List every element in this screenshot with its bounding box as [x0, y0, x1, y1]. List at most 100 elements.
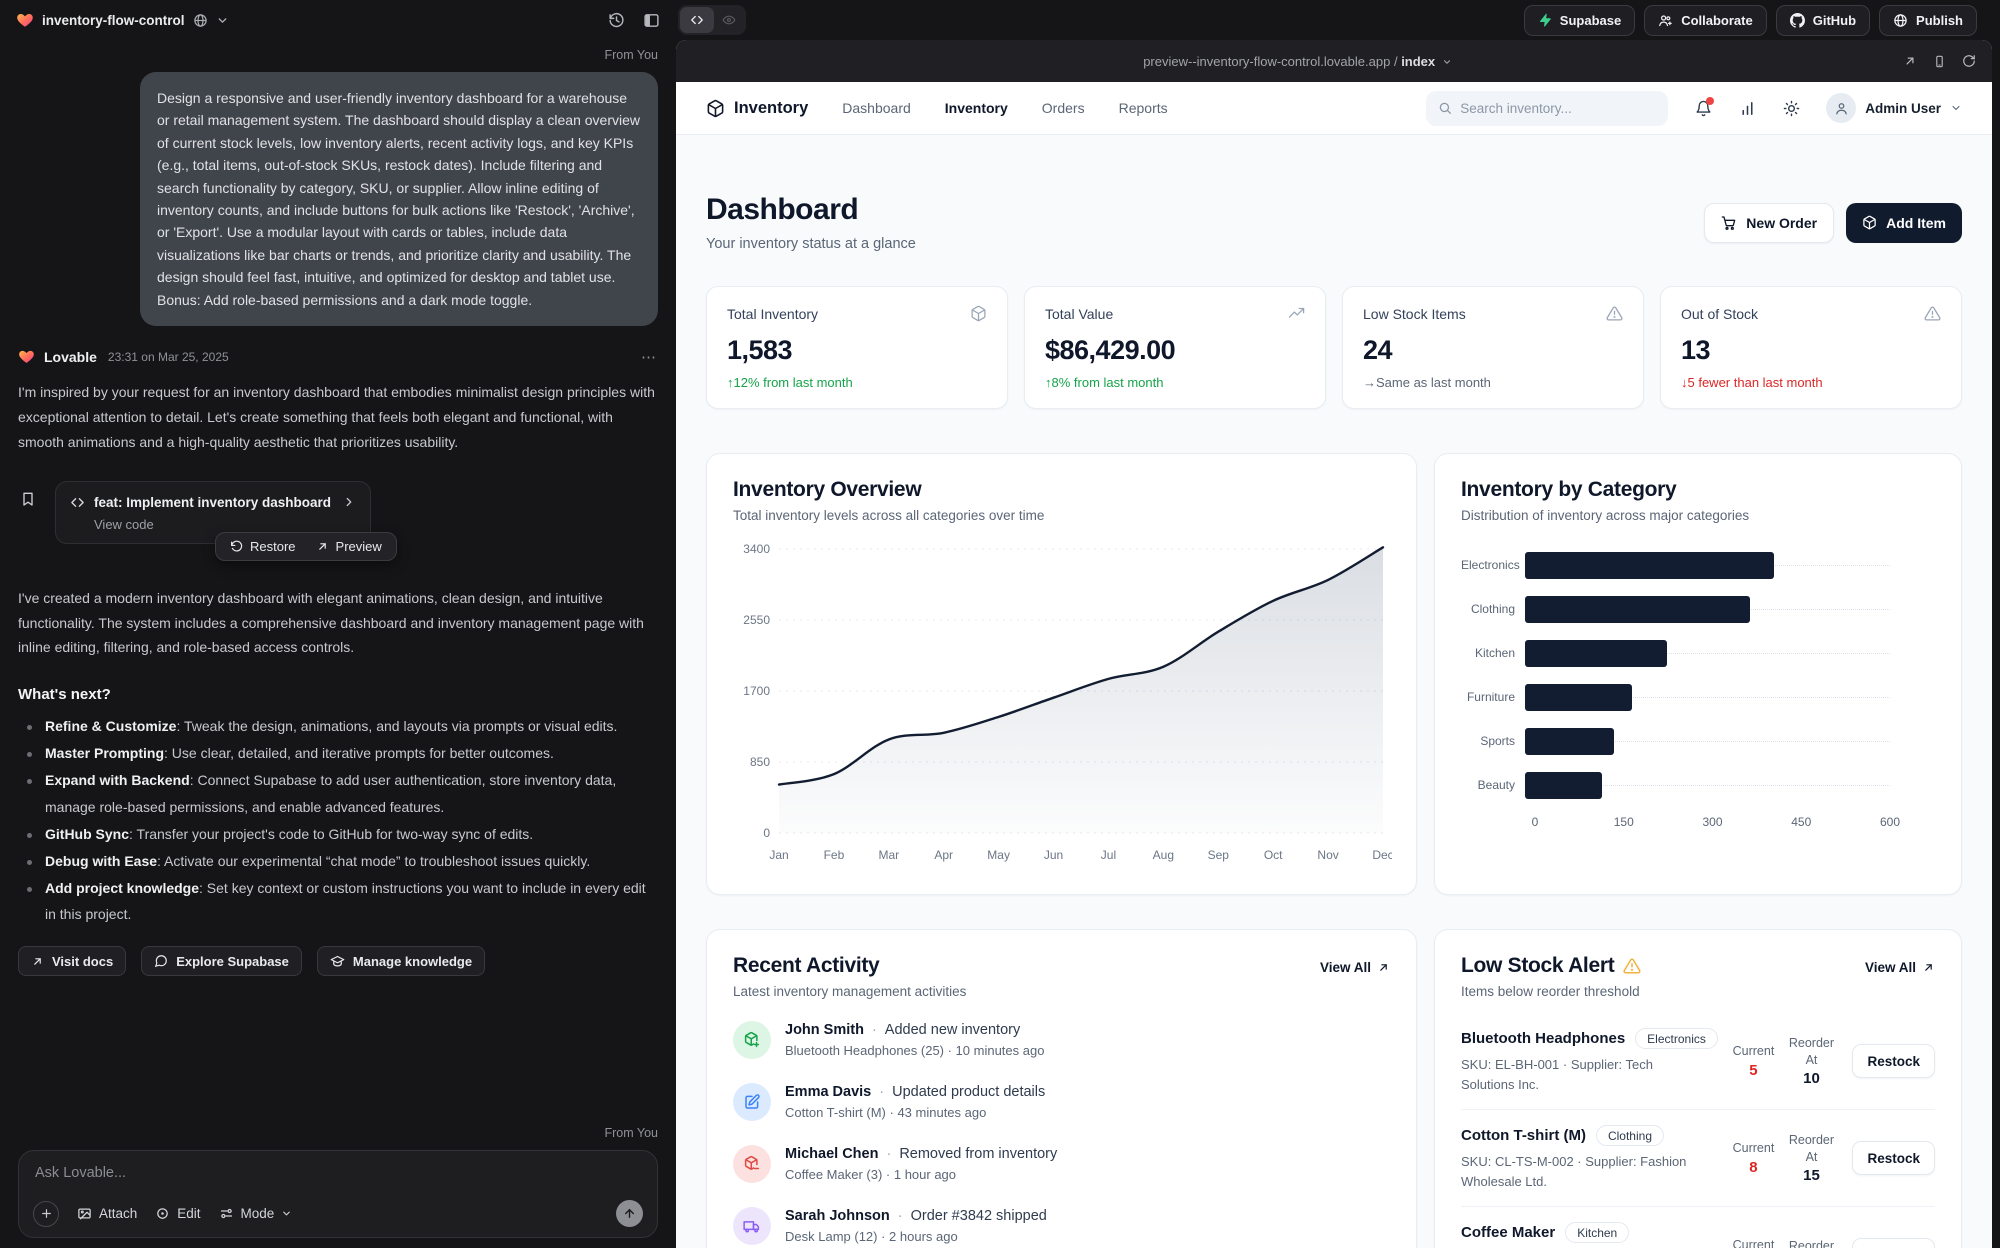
low-stock-row: Bluetooth HeadphonesElectronics SKU: EL-…: [1461, 1013, 1935, 1110]
assistant-message-header: Lovable 23:31 on Mar 25, 2025 ⋯: [18, 348, 658, 366]
arrow-up-right-icon: [1377, 961, 1390, 974]
mode-dropdown[interactable]: Mode: [219, 1206, 293, 1221]
restock-button[interactable]: Restock: [1852, 1044, 1935, 1078]
arrow-up-right-icon: [31, 955, 44, 968]
svg-text:Mar: Mar: [878, 848, 899, 862]
graduation-cap-icon: [330, 954, 345, 969]
restock-button[interactable]: Restock: [1852, 1238, 1935, 1248]
svg-text:Sep: Sep: [1208, 848, 1230, 862]
sidebar-panel-icon[interactable]: [643, 12, 660, 29]
chevron-down-icon: [1950, 102, 1962, 114]
search-box[interactable]: [1426, 91, 1668, 126]
history-icon[interactable]: [608, 12, 625, 29]
bar-row: Beauty: [1461, 763, 1935, 807]
github-button[interactable]: GitHub: [1776, 5, 1870, 36]
app-navbar: Inventory Dashboard Inventory Orders Rep…: [676, 82, 1992, 135]
explore-supabase-button[interactable]: Explore Supabase: [141, 946, 302, 976]
bookmark-icon[interactable]: [20, 491, 36, 512]
bar-row: Kitchen: [1461, 631, 1935, 675]
preview-window: preview--inventory-flow-control.lovable.…: [676, 40, 1992, 1248]
commit-title: feat: Implement inventory dashboard: [94, 495, 331, 510]
nav-link-dashboard[interactable]: Dashboard: [842, 100, 911, 116]
open-external-icon[interactable]: [1903, 54, 1917, 68]
sun-icon[interactable]: [1783, 100, 1800, 117]
github-icon: [1790, 13, 1805, 28]
bar-row: Sports: [1461, 719, 1935, 763]
current-qty: 8: [1724, 1159, 1782, 1176]
card-title: Recent Activity: [733, 954, 966, 978]
kpi-delta: ↓5 fewer than last month: [1681, 375, 1941, 390]
nav-link-orders[interactable]: Orders: [1042, 100, 1085, 116]
svg-text:850: 850: [750, 755, 770, 769]
svg-text:Dec: Dec: [1372, 848, 1392, 862]
list-item: Expand with Backend: Connect Supabase to…: [18, 767, 658, 821]
arrow-up-right-icon: [316, 540, 329, 553]
user-menu[interactable]: Admin User: [1826, 93, 1962, 123]
item-name: Coffee Maker: [1461, 1224, 1555, 1241]
add-item-button[interactable]: Add Item: [1846, 203, 1962, 243]
card-title: Low Stock Alert: [1461, 954, 1614, 978]
svg-text:Nov: Nov: [1317, 848, 1338, 862]
publish-button[interactable]: Publish: [1879, 5, 1977, 36]
add-button[interactable]: [33, 1201, 59, 1227]
mobile-view-icon[interactable]: [1933, 54, 1946, 69]
inventory-overview-card: Inventory Overview Total inventory level…: [706, 453, 1417, 895]
low-stock-row: Coffee MakerKitchen SKU: KT-CM-003 · Sup…: [1461, 1207, 1935, 1248]
preview-mode-icon[interactable]: [714, 7, 744, 33]
collaborate-button[interactable]: Collaborate: [1644, 5, 1767, 36]
page-title: Dashboard: [706, 193, 916, 227]
supabase-button[interactable]: Supabase: [1524, 5, 1635, 36]
manage-knowledge-button[interactable]: Manage knowledge: [317, 946, 485, 976]
lovable-heart-icon: [18, 348, 35, 365]
svg-text:1700: 1700: [743, 684, 770, 698]
activity-list: John Smith·Added new inventory Bluetooth…: [733, 1021, 1390, 1245]
kpi-value: $86,429.00: [1045, 335, 1305, 366]
list-item: Refine & Customize: Tweak the design, an…: [18, 713, 658, 740]
visit-docs-button[interactable]: Visit docs: [18, 946, 126, 976]
kpi-delta: ↑8% from last month: [1045, 375, 1305, 390]
view-all-link[interactable]: View All: [1320, 960, 1390, 975]
svg-text:Jun: Jun: [1044, 848, 1063, 862]
url-bar[interactable]: preview--inventory-flow-control.lovable.…: [692, 54, 1903, 69]
image-icon: [77, 1206, 92, 1221]
message-menu-icon[interactable]: ⋯: [641, 348, 658, 366]
bar-beauty: [1525, 772, 1602, 799]
notification-dot: [1706, 97, 1714, 105]
code-mode-icon[interactable]: [680, 7, 714, 33]
activity-detail: Bluetooth Headphones (25) · 10 minutes a…: [785, 1043, 1044, 1058]
target-icon: [155, 1206, 170, 1221]
restore-button[interactable]: Restore: [222, 536, 304, 557]
trending-up-icon: [1288, 305, 1305, 322]
bar-row: Electronics: [1461, 543, 1935, 587]
bar-electronics: [1525, 552, 1774, 579]
nav-link-reports[interactable]: Reports: [1119, 100, 1168, 116]
code-preview-toggle[interactable]: [678, 5, 746, 35]
view-all-link[interactable]: View All: [1865, 960, 1935, 975]
search-input[interactable]: [1460, 101, 1656, 116]
nav-links: Dashboard Inventory Orders Reports: [842, 100, 1167, 116]
chevron-down-icon[interactable]: [216, 14, 229, 27]
activity-action: Added new inventory: [885, 1022, 1020, 1038]
attach-button[interactable]: Attach: [77, 1206, 137, 1221]
bar-chart-icon[interactable]: [1739, 100, 1756, 117]
refresh-icon[interactable]: [1962, 54, 1976, 68]
bar-furniture: [1525, 684, 1632, 711]
chat-input[interactable]: Ask Lovable...: [35, 1165, 641, 1181]
send-button[interactable]: [616, 1200, 643, 1227]
notifications-button[interactable]: [1695, 100, 1712, 117]
edit-button[interactable]: Edit: [155, 1206, 200, 1221]
list-item: Add project knowledge: Set key context o…: [18, 875, 658, 929]
user-message-bubble: Design a responsive and user-friendly in…: [140, 72, 658, 326]
view-code-link[interactable]: View code: [94, 517, 356, 532]
activity-detail: Desk Lamp (12) · 2 hours ago: [785, 1229, 1047, 1244]
new-order-button[interactable]: New Order: [1704, 203, 1834, 243]
chat-header: inventory-flow-control: [0, 0, 676, 40]
nav-link-inventory[interactable]: Inventory: [945, 100, 1008, 116]
preview-button[interactable]: Preview: [308, 536, 390, 557]
restock-button[interactable]: Restock: [1852, 1141, 1935, 1175]
app-brand[interactable]: Inventory: [706, 99, 808, 118]
chat-thread: From You Design a responsive and user-fr…: [0, 40, 676, 1248]
chat-composer[interactable]: Ask Lovable... Attach Edit Mode: [18, 1150, 658, 1238]
svg-text:2550: 2550: [743, 613, 770, 627]
svg-text:0: 0: [763, 826, 770, 840]
